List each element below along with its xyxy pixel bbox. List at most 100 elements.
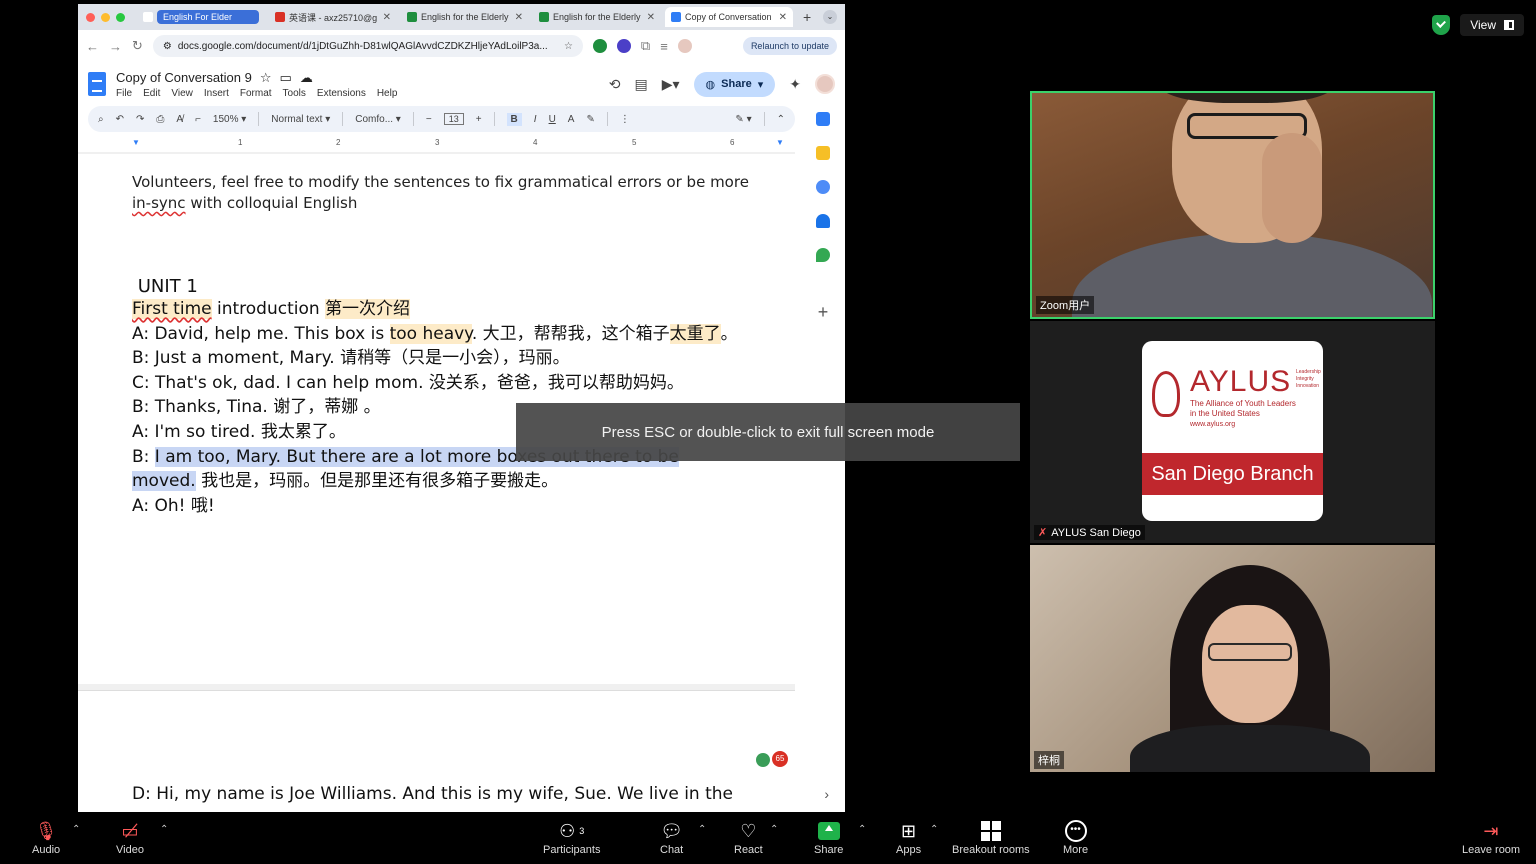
gemini-sparkle-icon[interactable]: ✦ <box>789 76 801 93</box>
close-tab-icon[interactable]: ✕ <box>647 12 655 23</box>
maps-icon[interactable] <box>816 248 830 262</box>
menu-edit[interactable]: Edit <box>143 88 160 99</box>
increase-font-size-icon[interactable]: + <box>476 114 482 125</box>
search-menus-icon[interactable]: ⌕ <box>98 114 104 125</box>
add-addon-icon[interactable]: + <box>818 302 829 323</box>
share-screen-button[interactable]: Share <box>814 818 843 856</box>
audio-options-caret-icon[interactable]: ⌃ <box>72 824 80 835</box>
tasks-icon[interactable] <box>816 180 830 194</box>
site-info-icon[interactable]: ⚙ <box>163 41 172 52</box>
account-avatar[interactable] <box>815 74 835 94</box>
leave-room-button[interactable]: ⇥ Leave room <box>1462 818 1520 857</box>
tab-search-chevron-icon[interactable]: ⌄ <box>823 10 837 24</box>
chat-options-caret-icon[interactable]: ⌃ <box>698 824 706 835</box>
share-button[interactable]: ◍ Share ▾ <box>693 71 776 97</box>
star-icon[interactable]: ☆ <box>260 70 272 86</box>
contacts-icon[interactable] <box>816 214 830 228</box>
browser-tab-2[interactable]: 英语课 - axz25710@g ✕ <box>269 7 397 27</box>
apps-options-caret-icon[interactable]: ⌃ <box>930 824 938 835</box>
reload-icon[interactable]: ↻ <box>132 38 143 54</box>
forward-arrow-icon[interactable]: → <box>109 39 122 54</box>
back-arrow-icon[interactable]: ← <box>86 39 99 54</box>
breakout-rooms-button[interactable]: Breakout rooms <box>952 818 1030 856</box>
font-size-input[interactable]: 13 <box>443 113 464 125</box>
italic-icon[interactable]: I <box>534 114 537 125</box>
audio-button[interactable]: 🎙︎ Audio <box>32 818 60 857</box>
editing-mode-icon[interactable]: ✎ ▾ <box>735 114 751 125</box>
spellcheck-icon[interactable]: A̸ <box>176 114 183 125</box>
expand-side-panel-icon[interactable]: › <box>824 786 829 802</box>
video-button[interactable]: ▭̸ Video <box>116 818 144 857</box>
video-tile-aylus[interactable]: AYLUS Leadership Integrity Innovation Th… <box>1030 321 1435 543</box>
new-tab-button[interactable]: + <box>803 9 811 25</box>
decrease-font-size-icon[interactable]: − <box>426 114 432 125</box>
comments-icon[interactable]: ▤ <box>635 76 648 93</box>
print-icon[interactable]: ⎙ <box>156 114 164 125</box>
video-options-caret-icon[interactable]: ⌃ <box>160 824 168 835</box>
menu-file[interactable]: File <box>116 88 132 99</box>
view-button[interactable]: View <box>1460 14 1524 36</box>
more-button[interactable]: ••• More <box>1063 818 1088 856</box>
version-history-icon[interactable]: ⟲ <box>609 76 621 93</box>
react-button[interactable]: ♡ React <box>734 818 763 857</box>
bold-icon[interactable]: B <box>506 112 522 126</box>
left-indent-marker-icon[interactable]: ▼ <box>132 138 140 147</box>
collapse-menus-icon[interactable]: ⌃ <box>777 114 785 125</box>
calendar-icon[interactable] <box>816 112 830 126</box>
zoom-select[interactable]: 150% ▾ <box>213 114 246 125</box>
participant-name: 梓桐 <box>1038 755 1060 767</box>
participants-button[interactable]: ⚇ 3 Participants <box>543 818 600 857</box>
spelling-flagged-word[interactable]: in-sync <box>132 194 186 212</box>
menu-insert[interactable]: Insert <box>204 88 229 99</box>
react-options-caret-icon[interactable]: ⌃ <box>770 824 778 835</box>
video-tile-participant[interactable]: 梓桐 <box>1030 545 1435 772</box>
chat-button[interactable]: 💬︎ Chat <box>660 818 683 857</box>
google-docs-logo-icon[interactable] <box>88 72 106 96</box>
menu-help[interactable]: Help <box>377 88 398 99</box>
underline-icon[interactable]: U <box>549 114 556 125</box>
font-value: Comfo... <box>355 113 394 125</box>
extension-shield-icon[interactable] <box>616 39 631 53</box>
browser-tab-3[interactable]: English for the Elderly ✕ <box>401 7 529 27</box>
close-tab-icon[interactable]: ✕ <box>383 12 391 23</box>
bookmark-star-icon[interactable]: ☆ <box>564 41 573 52</box>
security-shield-icon[interactable] <box>1432 15 1451 35</box>
media-controls-icon[interactable]: ≡ <box>660 39 668 54</box>
relaunch-button[interactable]: Relaunch to update <box>742 37 837 55</box>
apps-button[interactable]: ⊞ Apps <box>896 818 921 857</box>
menu-format[interactable]: Format <box>240 88 272 99</box>
close-tab-icon[interactable]: ✕ <box>515 12 523 23</box>
more-options-icon[interactable]: ⋮ <box>620 114 630 125</box>
extension-grammarly-icon[interactable] <box>592 39 607 53</box>
move-folder-icon[interactable]: ▭ <box>280 70 292 86</box>
font-select[interactable]: Comfo... ▾ <box>355 114 401 125</box>
video-tile-active-speaker[interactable]: Zoom用户 <box>1030 91 1435 319</box>
react-label: React <box>734 844 763 856</box>
undo-icon[interactable]: ↶ <box>116 114 124 125</box>
menu-tools[interactable]: Tools <box>283 88 306 99</box>
browser-tab-5-active[interactable]: Copy of Conversation ✕ <box>665 7 793 27</box>
document-title[interactable]: Copy of Conversation 9 <box>116 70 252 85</box>
profile-avatar-icon[interactable] <box>677 39 692 53</box>
keep-icon[interactable] <box>816 146 830 160</box>
share-options-caret-icon[interactable]: ⌃ <box>858 824 866 835</box>
highlight-pen-icon[interactable]: ✎ <box>586 114 594 125</box>
right-indent-marker-icon[interactable]: ▼ <box>776 138 784 147</box>
paint-format-icon[interactable]: ⌐ <box>195 114 201 125</box>
browser-tab-1[interactable]: English For Elder <box>137 7 265 27</box>
meet-camera-icon[interactable]: ▶▾ <box>662 76 680 93</box>
browser-tab-4[interactable]: English for the Elderly ✕ <box>533 7 661 27</box>
url-input[interactable]: ⚙ docs.google.com/document/d/1jDtGuZhh-D… <box>152 35 583 57</box>
menu-extensions[interactable]: Extensions <box>317 88 366 99</box>
minimize-window-button[interactable] <box>101 12 110 22</box>
close-tab-icon[interactable]: ✕ <box>779 12 787 23</box>
close-window-button[interactable] <box>86 12 95 22</box>
menu-view[interactable]: View <box>171 88 193 99</box>
collaborator-indicator[interactable]: 65 <box>756 749 788 769</box>
text-color-icon[interactable]: A <box>568 114 575 125</box>
extensions-puzzle-icon[interactable]: ⧉ <box>641 38 650 54</box>
share-dropdown-icon[interactable]: ▾ <box>758 78 764 91</box>
redo-icon[interactable]: ↷ <box>136 114 144 125</box>
maximize-window-button[interactable] <box>116 12 125 22</box>
style-select[interactable]: Normal text ▾ <box>271 114 330 125</box>
